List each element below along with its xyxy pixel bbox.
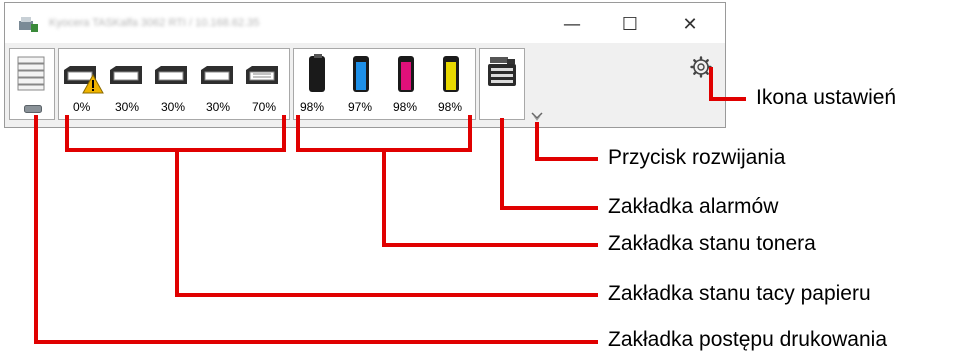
callout-line-expand [535, 122, 598, 161]
callout-line-toner [296, 115, 472, 152]
callout-line-alarm [500, 118, 598, 210]
callout-expand-button: Przycisk rozwijania [608, 146, 786, 169]
callout-paper-tray-tab: Zakładka stanu tacy papieru [608, 282, 871, 305]
callout-line-tray [65, 115, 286, 152]
callout-print-progress-tab: Zakładka postępu drukowania [608, 328, 888, 351]
callout-settings-icon: Ikona ustawień [756, 86, 897, 109]
callout-alarm-tab: Zakładka alarmów [608, 195, 779, 218]
callout-line-tray-stem [175, 150, 598, 297]
callout-line-settings [709, 67, 746, 101]
callout-line-toner-stem [382, 150, 598, 247]
callout-toner-tab: Zakładka stanu tonera [608, 232, 816, 255]
